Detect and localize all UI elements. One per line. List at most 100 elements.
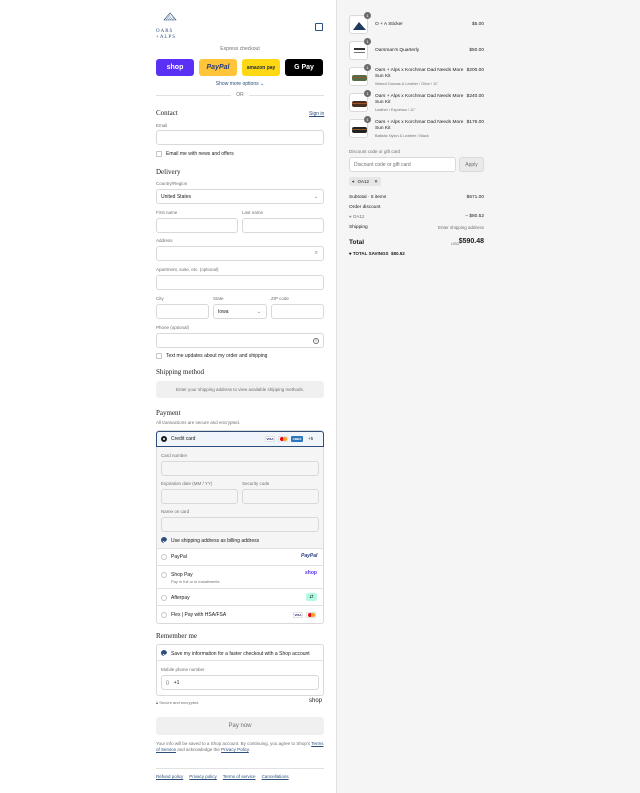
divider	[157, 588, 323, 589]
address-label: Address	[156, 238, 173, 243]
save-info-checkbox[interactable]	[161, 650, 167, 656]
product-price: $240.00	[466, 94, 484, 99]
or-divider: OR	[156, 92, 324, 98]
show-more-options-link[interactable]: Show more options ⌄	[156, 81, 324, 87]
privacy-policy-link[interactable]: Privacy Policy	[221, 747, 249, 752]
more-cards-badge: +5	[308, 436, 314, 441]
state-label: State	[213, 296, 224, 301]
cart-item: 1 Oars + Alps x Korchmar Dad Needs More …	[349, 116, 484, 141]
phone-field[interactable]: ?	[156, 333, 324, 348]
pay-now-button[interactable]: Pay now	[156, 717, 324, 735]
apartment-field[interactable]	[156, 275, 324, 290]
help-icon[interactable]: ?	[313, 337, 319, 344]
country-select[interactable]: United States ⌄	[156, 189, 324, 204]
brand-logo[interactable]	[156, 12, 184, 29]
news-checkbox-label: Email me with news and offers	[166, 151, 234, 157]
search-icon: ⌕	[314, 250, 318, 256]
expiration-field[interactable]	[161, 489, 238, 504]
mastercard-icon	[306, 612, 316, 618]
shipping-value: Enter shipping address	[437, 225, 484, 230]
remove-discount-icon[interactable]: ✕	[374, 179, 378, 185]
express-checkout-title: Express checkout	[220, 46, 260, 52]
discount-code-input[interactable]: Discount code or gift card	[349, 157, 456, 172]
expiration-label: Expiration date (MM / YY)	[161, 481, 213, 486]
name-on-card-field[interactable]	[161, 517, 319, 532]
mastercard-icon	[278, 436, 288, 442]
shipping-label: Shipping	[349, 225, 368, 230]
shop-terms-note: Your info will be saved to a Shop accoun…	[156, 741, 324, 752]
product-variant: Leather / Espresso / 11"	[375, 108, 416, 112]
total-value: $590.48	[458, 238, 484, 245]
tag-icon: ⌖	[349, 214, 352, 219]
chevron-down-icon: ⌄	[256, 308, 261, 315]
refund-policy-link[interactable]: Refund policy	[156, 774, 183, 779]
mobile-phone-field[interactable]: ▯ +1	[161, 675, 319, 690]
address-field[interactable]: ⌕	[156, 246, 324, 261]
google-pay-button[interactable]: G Pay	[285, 59, 323, 76]
divider	[157, 565, 323, 566]
afterpay-icon: ⇄	[306, 593, 317, 601]
product-name: Oars + Alps x Korchmar Dad Needs More Su…	[375, 120, 464, 131]
cancellations-link[interactable]: Cancellations	[262, 774, 289, 779]
discount-code-applied: ⌖ OA12	[349, 214, 365, 219]
last-name-field[interactable]	[242, 218, 324, 233]
email-field[interactable]	[156, 130, 324, 145]
apply-discount-button[interactable]: Apply	[459, 157, 484, 172]
city-field[interactable]	[156, 304, 209, 319]
product-price: $5.00	[471, 22, 484, 27]
shop-pay-radio[interactable]	[161, 572, 167, 578]
brand-wordmark: OARS +ALPS	[156, 29, 177, 40]
discount-tag: ⌖ OA12 ✕	[349, 177, 381, 186]
cart-item: 1 Oars + Alps x Korchmar Dad Needs More …	[349, 64, 484, 89]
cart-item: 1 O + A Sticker $5.00	[349, 12, 484, 37]
security-code-field[interactable]	[242, 489, 319, 504]
first-name-field[interactable]	[156, 218, 238, 233]
chevron-down-icon: ⌄	[260, 81, 265, 87]
shop-pay-button[interactable]: shop	[156, 59, 194, 76]
tag-icon: ⌖	[352, 179, 355, 184]
zip-field[interactable]	[271, 304, 324, 319]
product-price: $176.00	[466, 120, 484, 125]
remember-me-heading: Remember me	[156, 632, 198, 640]
shopping-bag-icon[interactable]	[315, 23, 323, 31]
tag-icon: ⌖	[349, 251, 352, 256]
amex-icon: AMEX	[291, 436, 303, 442]
quantity-badge: 1	[364, 90, 371, 97]
state-select[interactable]: Iowa ⌄	[213, 304, 267, 319]
privacy-policy-footer-link[interactable]: Privacy policy	[189, 774, 217, 779]
quantity-badge: 1	[364, 64, 371, 71]
amazon-pay-button[interactable]: amazon pay	[242, 59, 280, 76]
terms-of-service-footer-link[interactable]: Terms of service	[223, 774, 256, 779]
contact-heading: Contact	[156, 109, 178, 117]
order-discount-label: Order discount	[349, 205, 381, 210]
credit-card-radio[interactable]	[161, 436, 167, 442]
discount-label: Discount code or gift card	[349, 149, 401, 154]
paypal-button[interactable]: PayPal	[199, 59, 237, 76]
paypal-radio[interactable]	[161, 554, 167, 560]
mobile-phone-label: Mobile phone number	[161, 667, 205, 672]
product-variant: Ballistic Nylon & Leather / Black	[375, 134, 429, 138]
billing-same-checkbox[interactable]	[161, 537, 167, 543]
sign-in-link[interactable]: Sign in	[309, 111, 324, 117]
divider	[157, 548, 323, 549]
afterpay-label: Afterpay	[171, 595, 190, 601]
quantity-badge: 1	[364, 12, 371, 19]
phone-icon: ▯	[166, 679, 169, 686]
card-number-field[interactable]	[161, 461, 319, 476]
product-price: $50.00	[469, 48, 484, 53]
payment-subtitle: All transactions are secure and encrypte…	[156, 420, 241, 425]
product-name: Oarsman's Quarterly	[375, 48, 420, 53]
footer-links: Refund policy Privacy policy Terms of serv…	[156, 774, 295, 779]
shipping-method-notice: Enter your shipping address to view avai…	[156, 381, 324, 398]
afterpay-radio[interactable]	[161, 595, 167, 601]
billing-same-label: Use shipping address as billing address	[171, 538, 260, 544]
security-code-label: Security code	[242, 481, 270, 486]
lock-icon: 🔒︎	[156, 700, 159, 705]
product-name: Oars + Alps x Korchmar Dad Needs More Su…	[375, 94, 464, 105]
flex-radio[interactable]	[161, 612, 167, 618]
apartment-label: Apartment, suite, etc. (optional)	[156, 267, 219, 272]
text-updates-checkbox[interactable]	[156, 353, 162, 359]
news-checkbox[interactable]	[156, 151, 162, 157]
shop-logo: shop	[305, 570, 317, 576]
footer-divider	[156, 768, 324, 769]
